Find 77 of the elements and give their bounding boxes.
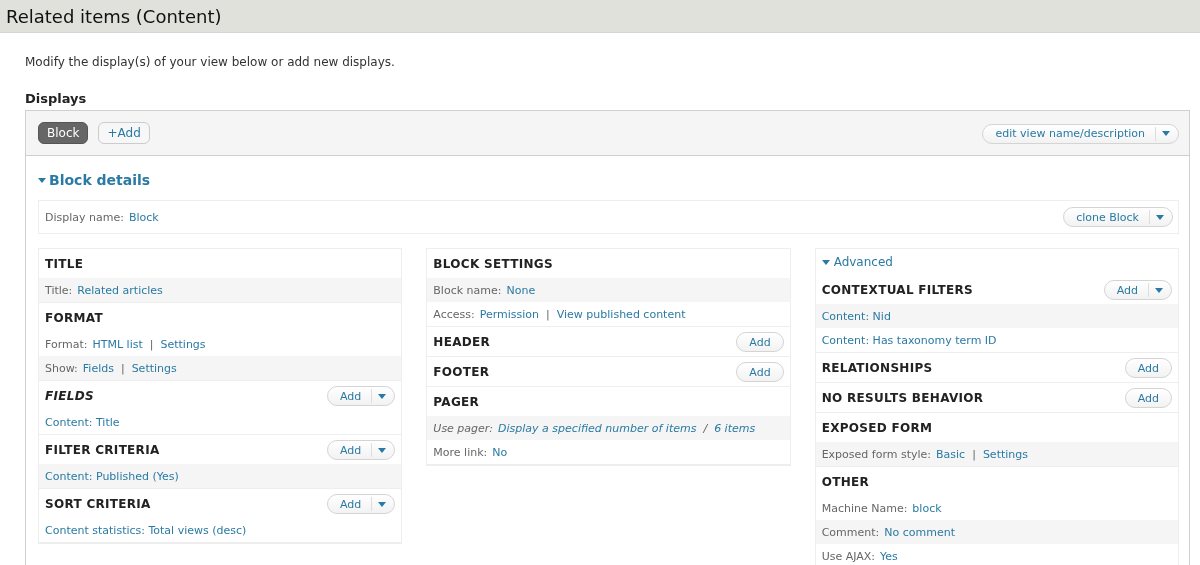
setting-link[interactable]: HTML list bbox=[92, 337, 143, 351]
setting-link[interactable]: Settings bbox=[131, 361, 177, 375]
add-button[interactable]: Add bbox=[736, 362, 784, 383]
caret-icon bbox=[1162, 131, 1170, 137]
section-heading: BLOCK SETTINGS bbox=[433, 256, 553, 271]
display-name-label: Display name: bbox=[45, 210, 124, 224]
section-heading: FIELDS bbox=[45, 388, 94, 403]
setting-link[interactable]: Permission bbox=[479, 307, 540, 321]
displays-heading: Displays bbox=[25, 91, 88, 106]
clone-button[interactable]: clone Block bbox=[1063, 207, 1173, 227]
setting-link[interactable]: block bbox=[912, 501, 942, 515]
setting-label: Title: bbox=[45, 283, 73, 297]
add-button[interactable]: Add bbox=[327, 494, 396, 515]
section-heading: RELATIONSHIPS bbox=[821, 360, 933, 375]
setting-link[interactable]: 6 items bbox=[714, 421, 756, 435]
section-heading: CONTEXTUAL FILTERS bbox=[821, 282, 973, 297]
separator: | bbox=[546, 307, 550, 321]
setting-link[interactable]: Fields bbox=[82, 361, 114, 375]
advanced-toggle[interactable]: Advanced bbox=[815, 249, 1178, 275]
page-title: Related items (Content) bbox=[6, 5, 222, 27]
setting-label: Exposed form style: bbox=[821, 447, 932, 461]
setting-label: Use pager: bbox=[433, 421, 494, 435]
caret-icon bbox=[1156, 214, 1164, 220]
add-button[interactable]: Add bbox=[327, 386, 396, 407]
section-heading: SORT CRITERIA bbox=[45, 496, 151, 511]
setting-link[interactable]: Content statistics: Total views (desc) bbox=[45, 523, 247, 537]
add-display-button[interactable]: +Add bbox=[98, 122, 150, 144]
section-heading: FORMAT bbox=[45, 310, 103, 325]
setting-link[interactable]: Basic bbox=[936, 447, 966, 461]
setting-link[interactable]: No bbox=[492, 445, 508, 459]
add-button[interactable]: Add bbox=[1103, 280, 1172, 301]
caret-icon bbox=[378, 447, 387, 453]
setting-label: More link: bbox=[433, 445, 488, 459]
display-name-link[interactable]: Block bbox=[128, 210, 159, 224]
display-tab[interactable]: Block bbox=[38, 122, 89, 144]
setting-label: Access: bbox=[433, 307, 475, 321]
caret-icon bbox=[378, 393, 387, 399]
setting-link[interactable]: Yes bbox=[880, 549, 898, 563]
setting-link[interactable]: Content: Title bbox=[45, 415, 120, 429]
add-button[interactable]: Add bbox=[327, 440, 396, 461]
separator: / bbox=[703, 421, 708, 435]
add-button[interactable]: Add bbox=[1124, 388, 1172, 409]
section-heading: HEADER bbox=[433, 334, 491, 349]
section-heading: PAGER bbox=[433, 394, 480, 409]
setting-link[interactable]: Content: Nid bbox=[821, 309, 891, 323]
section-heading: TITLE bbox=[45, 256, 84, 271]
add-button[interactable]: Add bbox=[736, 332, 784, 353]
section-heading: NO RESULTS BEHAVIOR bbox=[821, 390, 984, 405]
setting-label: Use AJAX: bbox=[821, 549, 876, 563]
collapse-triangle-icon bbox=[821, 258, 830, 266]
intro-text: Modify the display(s) of your view below or add new displays. bbox=[25, 55, 396, 69]
edit-view-button[interactable]: edit view name/description bbox=[982, 123, 1179, 144]
setting-link[interactable]: Content: Has taxonomy term ID bbox=[821, 333, 997, 347]
setting-link[interactable]: Settings bbox=[982, 447, 1028, 461]
setting-link[interactable]: Settings bbox=[160, 337, 206, 351]
setting-link[interactable]: View published content bbox=[556, 307, 686, 321]
setting-label: Show: bbox=[45, 361, 78, 375]
setting-label: Block name: bbox=[433, 283, 502, 297]
setting-label: Machine Name: bbox=[821, 501, 908, 515]
caret-icon bbox=[1155, 287, 1163, 293]
setting-link[interactable]: Related articles bbox=[77, 283, 163, 297]
section-heading: EXPOSED FORM bbox=[821, 420, 933, 435]
caret-icon bbox=[378, 501, 387, 507]
separator: | bbox=[149, 337, 154, 351]
setting-link[interactable]: No comment bbox=[884, 525, 955, 539]
separator: | bbox=[120, 361, 125, 375]
collapse-triangle-icon bbox=[38, 176, 46, 184]
block-details-toggle[interactable]: Block details bbox=[38, 172, 151, 188]
section-heading: OTHER bbox=[821, 474, 870, 489]
setting-label: Comment: bbox=[821, 525, 880, 539]
add-button[interactable]: Add bbox=[1124, 358, 1172, 379]
section-heading: FILTER CRITERIA bbox=[45, 442, 160, 457]
section-heading: FOOTER bbox=[433, 364, 490, 379]
setting-label: Format: bbox=[45, 337, 88, 351]
setting-link[interactable]: None bbox=[506, 283, 536, 297]
setting-link[interactable]: Display a specified number of items bbox=[498, 421, 697, 435]
separator: | bbox=[972, 447, 976, 461]
